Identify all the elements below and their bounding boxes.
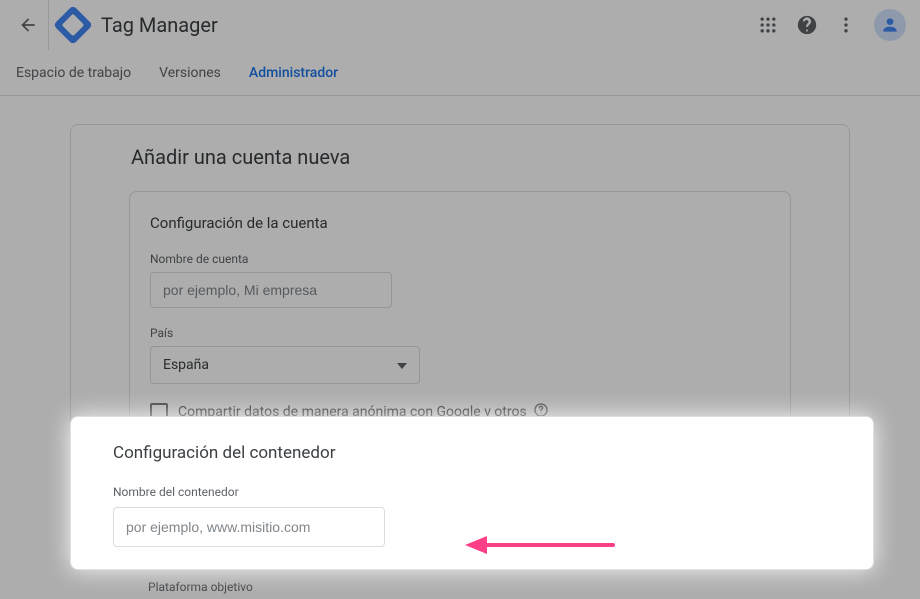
app-title: Tag Manager bbox=[101, 13, 218, 37]
page-title: Añadir una cuenta nueva bbox=[131, 145, 849, 169]
help-icon[interactable] bbox=[796, 14, 818, 36]
container-name-input[interactable] bbox=[113, 507, 385, 547]
avatar[interactable] bbox=[874, 9, 906, 41]
country-value: España bbox=[163, 357, 209, 373]
account-section-title: Configuración de la cuenta bbox=[150, 214, 770, 232]
tab-workspace[interactable]: Espacio de trabajo bbox=[16, 65, 131, 81]
country-field-group: País España bbox=[150, 326, 770, 384]
more-vert-icon[interactable] bbox=[836, 15, 856, 35]
tab-admin[interactable]: Administrador bbox=[249, 65, 338, 81]
header-divider bbox=[48, 0, 49, 50]
content-area: Añadir una cuenta nueva Configuración de… bbox=[0, 96, 920, 470]
header-actions bbox=[758, 9, 906, 41]
back-arrow-icon[interactable] bbox=[14, 11, 42, 39]
container-config-section: Configuración del contenedor Nombre del … bbox=[70, 416, 874, 570]
account-config-section: Configuración de la cuenta Nombre de cue… bbox=[129, 191, 791, 445]
app-header: Tag Manager bbox=[0, 0, 920, 50]
country-label: País bbox=[150, 326, 770, 340]
account-name-label: Nombre de cuenta bbox=[150, 252, 770, 266]
account-name-input[interactable] bbox=[150, 272, 392, 308]
country-select[interactable]: España bbox=[150, 346, 420, 384]
dropdown-arrow-icon bbox=[397, 357, 407, 373]
main-tabs: Espacio de trabajo Versiones Administrad… bbox=[0, 50, 920, 96]
platform-label: Plataforma objetivo bbox=[148, 580, 253, 594]
container-name-label: Nombre del contenedor bbox=[113, 485, 835, 499]
apps-icon[interactable] bbox=[758, 15, 778, 35]
account-name-field-group: Nombre de cuenta bbox=[150, 252, 770, 308]
tab-versions[interactable]: Versiones bbox=[159, 65, 221, 81]
container-section-title: Configuración del contenedor bbox=[113, 443, 835, 463]
gtm-logo-icon bbox=[53, 5, 93, 45]
annotation-arrow-icon bbox=[465, 530, 615, 564]
